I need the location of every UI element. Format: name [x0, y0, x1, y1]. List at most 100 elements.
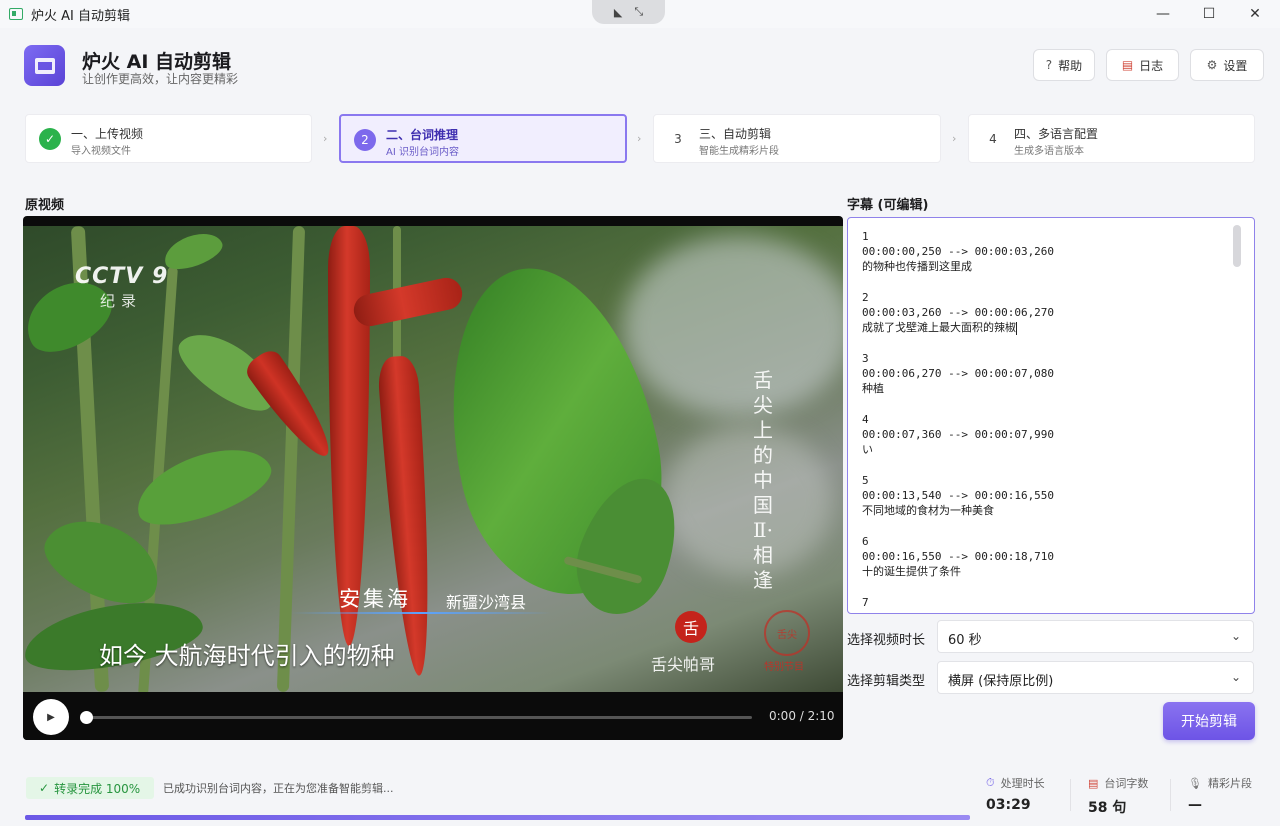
app-window-icon [9, 8, 23, 20]
chevron-right-icon: › [323, 132, 328, 145]
cue-time: 00:00:06,270 --> 00:00:07,080 [862, 367, 1055, 380]
cue-time: 00:00:07,360 --> 00:00:07,990 [862, 428, 1055, 441]
close-button[interactable]: ✕ [1232, 0, 1278, 28]
cue-time: 00:00:00,250 --> 00:00:03,260 [862, 245, 1055, 258]
cue-index: 6 [862, 535, 869, 548]
step-upload[interactable]: ✓ 一、上传视频 导入视频文件 [25, 114, 312, 163]
help-label: 帮助 [1058, 58, 1083, 73]
cue-text: 种植 [862, 382, 884, 395]
step-title: 二、台词推理 [386, 128, 459, 142]
edit-type-label: 选择剪辑类型 [847, 674, 926, 689]
progress-bar [25, 815, 970, 820]
video-player[interactable]: CCTV 9 纪录 舌尖上的中国Ⅱ·相逢 安集海 新疆沙湾县 如今 大航海时代引… [23, 216, 843, 740]
step-transcribe[interactable]: 2 二、台词推理 AI 识别台词内容 [339, 114, 627, 163]
collapse-icon[interactable]: ⤡ [634, 5, 643, 19]
stat-label: 处理时长 [1000, 777, 1045, 790]
app-subtitle: 让创作更高效，让内容更精彩 [82, 72, 239, 86]
cue-index: 4 [862, 413, 869, 426]
subtitle-cue[interactable]: 2 00:00:03,260 --> 00:00:06,270 成就了戈壁滩上最… [862, 290, 1054, 335]
subtitle-cue[interactable]: 1 00:00:00,250 --> 00:00:03,260 的物种也传播到这… [862, 229, 1054, 274]
cue-time: 00:00:16,550 --> 00:00:18,710 [862, 550, 1055, 563]
play-button[interactable]: ▶ [33, 699, 69, 735]
duration-value: 60 秒 [948, 633, 982, 648]
chevron-down-icon: ⌄ [1230, 629, 1241, 643]
edit-type-select[interactable]: 横屏 (保持原比例) ⌄ [937, 661, 1254, 694]
corner-seal-icon: 舌尖 [764, 610, 810, 656]
step-subtitle: AI 识别台词内容 [386, 147, 459, 158]
step-auto-edit[interactable]: 3 三、自动剪辑 智能生成精彩片段 [653, 114, 941, 163]
document-icon: ▤ [1088, 776, 1099, 790]
edit-type-value: 横屏 (保持原比例) [948, 674, 1054, 689]
cue-time: 00:00:13,540 --> 00:00:16,550 [862, 489, 1055, 502]
subtitle-cue[interactable]: 6 00:00:16,550 --> 00:00:18,710 十的诞生提供了条… [862, 534, 1054, 579]
stat-value: 58 句 [1088, 800, 1127, 816]
channel-logo: CCTV 9 [75, 264, 169, 289]
log-label: 日志 [1139, 58, 1164, 73]
window-title: 炉火 AI 自动剪辑 [31, 8, 130, 24]
maximize-button[interactable]: ☐ [1186, 0, 1232, 28]
subtitle-cue[interactable]: 4 00:00:07,360 --> 00:00:07,990 い [862, 412, 1054, 457]
status-message: 已成功识别台词内容，正在为您准备智能剪辑... [163, 782, 394, 795]
step-multilang[interactable]: 4 四、多语言配置 生成多语言版本 [968, 114, 1255, 163]
corner-seal-text: 特别节目 [764, 662, 804, 673]
subtitle-scrollbar[interactable] [1233, 225, 1241, 267]
cue-index: 1 [862, 230, 869, 243]
stat-line-count: ▤ 台词字数 58 句 [1088, 775, 1148, 817]
chevron-right-icon: › [637, 132, 642, 145]
cue-index: 5 [862, 474, 869, 487]
stat-label: 台词字数 [1104, 777, 1149, 790]
app-logo-icon [24, 45, 65, 86]
step-title: 一、上传视频 [71, 127, 144, 141]
status-badge-label: 转录完成 100% [54, 781, 141, 796]
step-title: 三、自动剪辑 [699, 127, 772, 141]
subtitle-cue[interactable]: 3 00:00:06,270 --> 00:00:07,080 种植 [862, 351, 1054, 396]
share-icon[interactable]: ◣ [614, 6, 622, 19]
stat-value: — [1188, 797, 1202, 813]
subtitle-cue[interactable]: 5 00:00:13,540 --> 00:00:16,550 不同地域的食材为… [862, 473, 1054, 518]
timer-icon: ⏱ [986, 776, 995, 789]
document-icon: ▤ [1121, 58, 1134, 72]
stat-divider [1170, 779, 1171, 811]
cue-text: 不同地域的食材为一种美食 [862, 504, 994, 517]
minimize-button[interactable]: — [1140, 0, 1186, 28]
step-title: 四、多语言配置 [1014, 127, 1099, 141]
chevron-right-icon: › [952, 132, 957, 145]
video-frame[interactable]: CCTV 9 纪录 舌尖上的中国Ⅱ·相逢 安集海 新疆沙湾县 如今 大航海时代引… [23, 226, 843, 692]
cue-index: 7 [862, 596, 869, 609]
cue-text: い [862, 443, 873, 456]
step-number: 2 [354, 129, 376, 151]
log-button[interactable]: ▤ 日志 [1106, 49, 1179, 81]
start-edit-button[interactable]: 开始剪辑 [1163, 702, 1255, 740]
cue-index: 2 [862, 291, 869, 304]
place-caption: 安集海 [339, 587, 411, 611]
series-title: 舌尖上的中国Ⅱ·相逢 [753, 368, 773, 592]
cue-text: 的物种也传播到这里成 [862, 260, 972, 273]
stat-divider [1070, 779, 1071, 811]
check-icon: ✓ [39, 128, 61, 150]
settings-button[interactable]: ⚙ 设置 [1190, 49, 1264, 81]
status-badge: ✓ 转录完成 100% [26, 777, 154, 799]
microphone-icon: 🎙 [1188, 776, 1202, 790]
stat-highlights: 🎙 精彩片段 — [1188, 775, 1252, 814]
duration-select[interactable]: 60 秒 ⌄ [937, 620, 1254, 653]
help-button[interactable]: ? 帮助 [1033, 49, 1095, 81]
seek-bar[interactable] [85, 716, 752, 719]
video-caption: 如今 大航海时代引入的物种 [99, 642, 395, 670]
snap-pill[interactable]: ◣ ⤡ [592, 0, 665, 24]
step-number: 4 [989, 132, 997, 146]
subtitle-editor[interactable]: 1 00:00:00,250 --> 00:00:03,260 的物种也传播到这… [847, 217, 1255, 614]
duration-label: 选择视频时长 [847, 633, 926, 648]
step-number: 3 [674, 132, 682, 146]
stat-value: 03:29 [986, 797, 1031, 813]
cue-text: 十的诞生提供了条件 [862, 565, 961, 578]
play-icon: ▶ [47, 711, 55, 723]
step-subtitle: 导入视频文件 [71, 146, 131, 157]
check-icon: ✓ [39, 781, 50, 795]
gear-icon: ⚙ [1206, 58, 1218, 72]
stat-processing-time: ⏱ 处理时长 03:29 [986, 775, 1045, 813]
seek-handle[interactable] [80, 711, 93, 724]
caption-divider [291, 612, 551, 614]
cue-time: 00:00:03,260 --> 00:00:06,270 [862, 306, 1055, 319]
subtitle-cue[interactable]: 7 [862, 595, 869, 610]
question-icon: ? [1045, 58, 1053, 72]
